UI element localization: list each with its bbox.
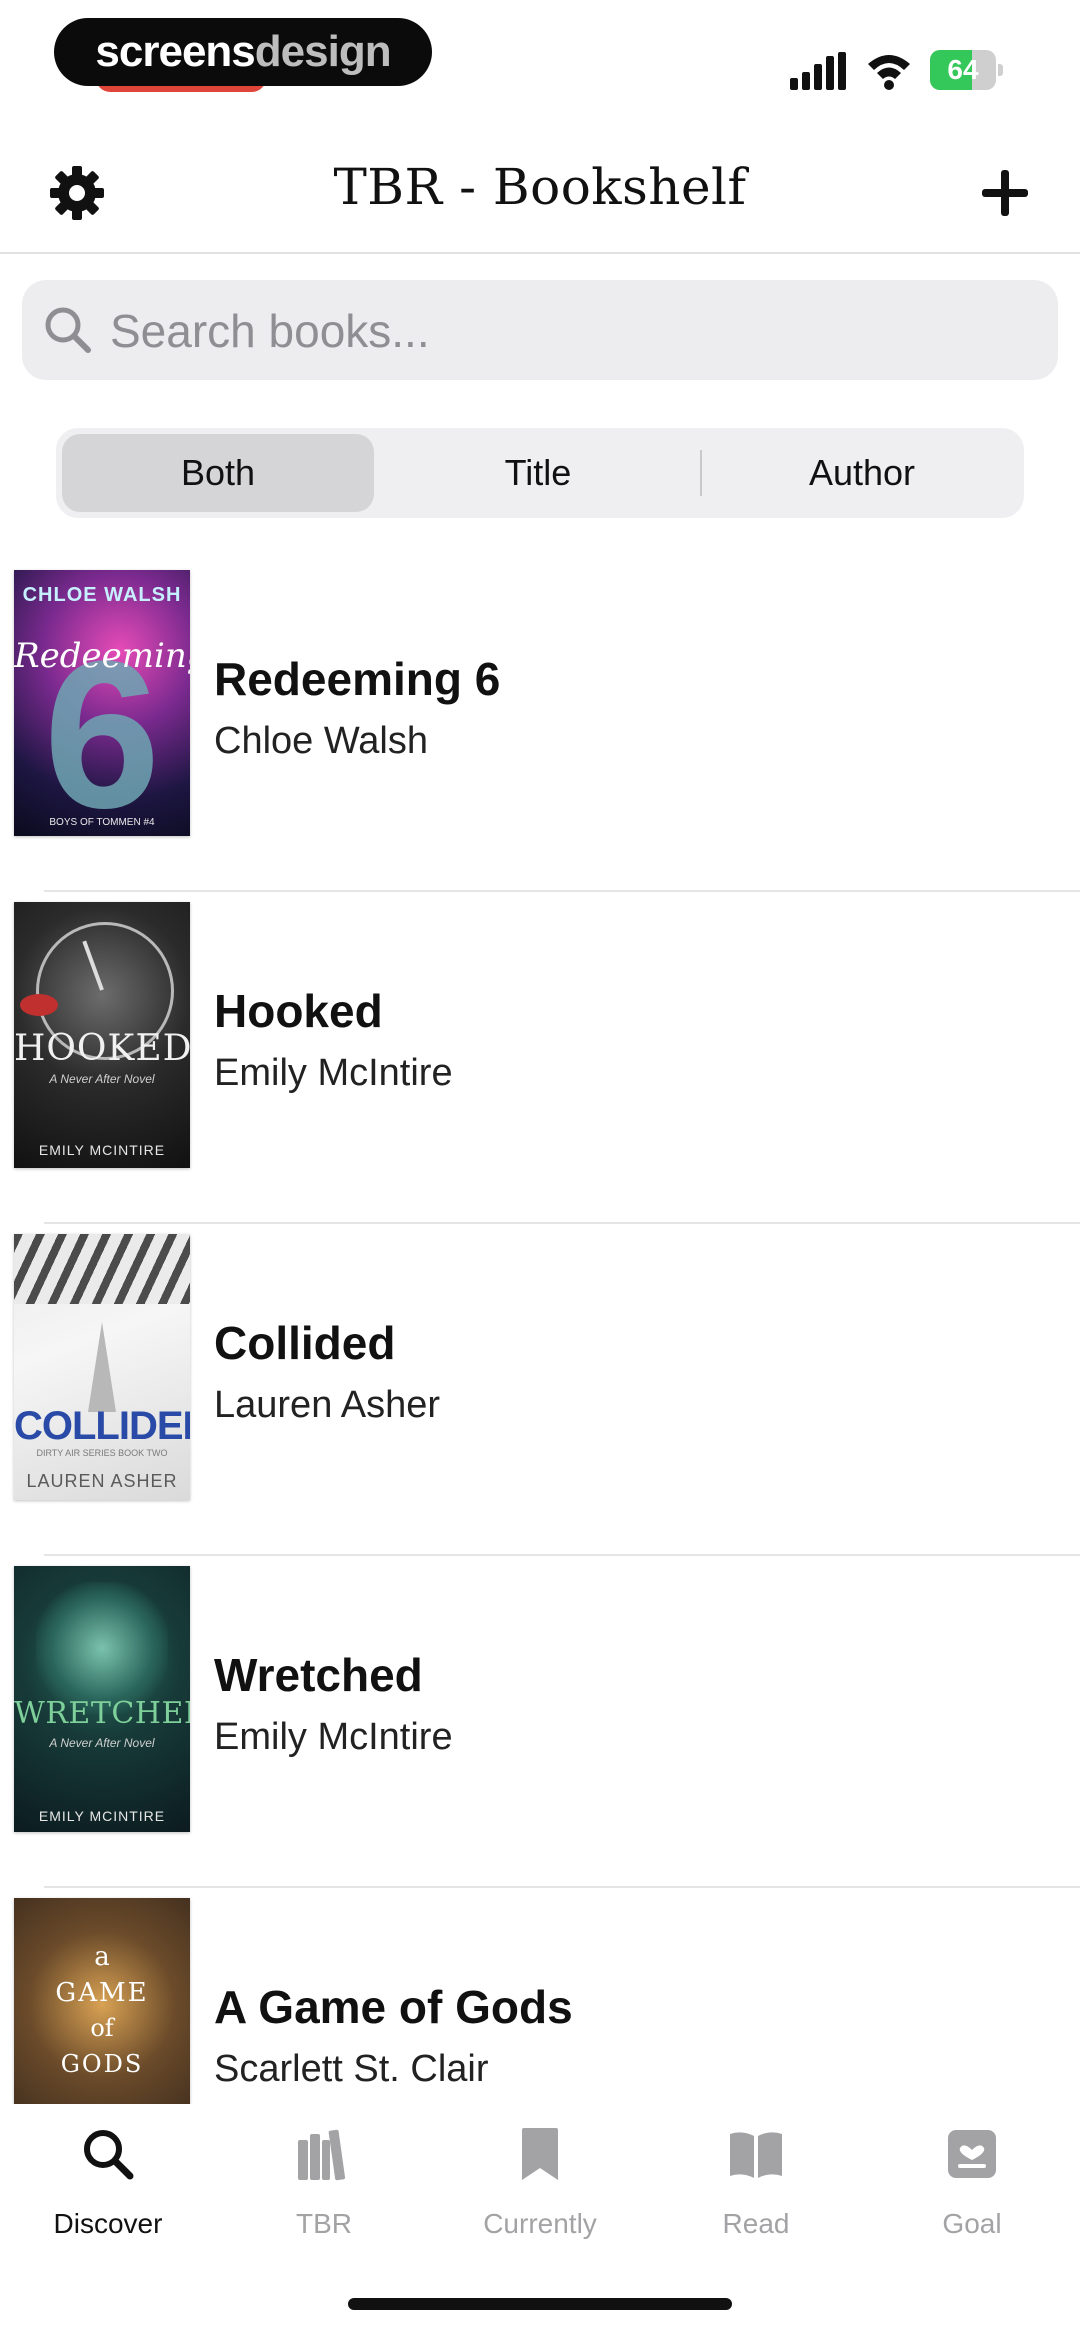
brand-text-primary: screens xyxy=(95,27,255,76)
cover-title: COLLIDED xyxy=(14,1404,190,1448)
battery-percentage: 64 xyxy=(947,54,979,85)
book-cover-image: WRETCHED A Never After Novel EMILY MCINT… xyxy=(14,1566,190,1832)
navigation-header: TBR - Bookshelf xyxy=(0,120,1080,254)
cover-pens-art xyxy=(14,1234,190,1304)
tab-label: TBR xyxy=(296,2208,352,2239)
status-bar: screensdesign 64 xyxy=(0,0,1080,120)
tab-read[interactable]: Read xyxy=(648,2126,864,2266)
brand-text-secondary: design xyxy=(254,27,392,76)
search-bar[interactable] xyxy=(22,280,1058,380)
cover-heart-art xyxy=(36,1582,168,1714)
segment-divider xyxy=(700,450,702,496)
tab-tbr[interactable]: TBR xyxy=(216,2126,432,2266)
segment-title[interactable]: Title xyxy=(382,434,694,512)
tab-label: Read xyxy=(722,2208,790,2239)
tab-label: Discover xyxy=(53,2208,163,2239)
cover-subtitle: A Never After Novel xyxy=(49,1736,155,1750)
plus-icon[interactable] xyxy=(976,164,1034,222)
book-list[interactable]: 6 CHLOE WALSH Redeeming BOYS OF TOMMEN #… xyxy=(0,560,1080,2104)
cover-author: LAUREN ASHER xyxy=(26,1471,178,1491)
wifi-icon xyxy=(868,55,910,90)
cover-series: BOYS OF TOMMEN #4 xyxy=(49,817,155,828)
book-title: Wretched xyxy=(214,1649,423,1701)
book-cover-image: 6 CHLOE WALSH Redeeming BOYS OF TOMMEN #… xyxy=(14,570,190,836)
page-title: TBR - Bookshelf xyxy=(333,158,747,216)
cellular-signal-icon xyxy=(790,52,846,90)
cover-subtitle: DIRTY AIR SERIES BOOK TWO xyxy=(36,1448,168,1458)
book-cover-image: a GAME of GODS xyxy=(14,1898,190,2104)
book-author: Emily McIntire xyxy=(214,1052,453,1094)
book-title: A Game of Gods xyxy=(214,1981,573,2033)
book-row[interactable]: WRETCHED A Never After Novel EMILY MCINT… xyxy=(0,1556,1080,1888)
book-cover-image: HOOKED A Never After Novel EMILY MCINTIR… xyxy=(14,902,190,1168)
segment-both[interactable]: Both xyxy=(62,434,374,512)
book-cover-image: COLLIDED DIRTY AIR SERIES BOOK TWO LAURE… xyxy=(14,1234,190,1500)
goal-card-icon xyxy=(948,2130,996,2178)
battery-nub xyxy=(998,64,1003,76)
tab-label: Goal xyxy=(942,2208,1002,2239)
book-row[interactable]: COLLIDED DIRTY AIR SERIES BOOK TWO LAURE… xyxy=(0,1224,1080,1556)
home-indicator xyxy=(348,2298,732,2310)
tab-discover[interactable]: Discover xyxy=(0,2126,216,2266)
book-title: Hooked xyxy=(214,985,383,1037)
search-scope-segmented-control: Both Title Author xyxy=(56,428,1024,518)
bookmark-icon xyxy=(522,2128,558,2180)
cover-author: EMILY MCINTIRE xyxy=(38,1142,166,1158)
battery-body: 64 xyxy=(930,50,996,90)
book-row[interactable]: 6 CHLOE WALSH Redeeming BOYS OF TOMMEN #… xyxy=(0,560,1080,892)
cover-title-line-4: GODS xyxy=(60,2050,144,2078)
search-input[interactable] xyxy=(108,298,1012,364)
book-author: Scarlett St. Clair xyxy=(214,2048,489,2090)
book-row[interactable]: a GAME of GODS A Game of Gods Scarlett S… xyxy=(0,1888,1080,2104)
cover-author: EMILY MCINTIRE xyxy=(38,1808,166,1824)
cover-title-line-3: of xyxy=(90,2014,114,2042)
cover-author: CHLOE WALSH xyxy=(22,584,182,606)
battery-indicator: 64 xyxy=(930,50,1004,90)
cover-title: Redeeming xyxy=(14,636,190,676)
book-author: Emily McIntire xyxy=(214,1716,453,1758)
brand-badge: screensdesign xyxy=(54,18,432,86)
book-row[interactable]: HOOKED A Never After Novel EMILY MCINTIR… xyxy=(0,892,1080,1224)
tab-label: Currently xyxy=(483,2208,597,2239)
cover-lips-art xyxy=(20,994,58,1016)
segment-author[interactable]: Author xyxy=(706,434,1018,512)
cover-tower-art xyxy=(88,1322,116,1412)
cover-title: WRETCHED xyxy=(14,1696,190,1731)
tab-goal[interactable]: Goal xyxy=(864,2126,1080,2266)
book-title: Collided xyxy=(214,1317,396,1369)
book-title: Redeeming 6 xyxy=(214,653,501,705)
book-author: Chloe Walsh xyxy=(214,720,429,762)
books-icon xyxy=(298,2129,346,2181)
book-author: Lauren Asher xyxy=(214,1384,441,1426)
open-book-icon xyxy=(730,2132,782,2178)
cover-title: HOOKED xyxy=(14,1028,190,1069)
cover-title-line-1: a xyxy=(94,1942,110,1972)
search-icon xyxy=(45,307,91,353)
search-icon xyxy=(84,2130,134,2180)
cover-title-line-2: GAME xyxy=(55,1978,149,2008)
cover-subtitle: A Never After Novel xyxy=(49,1072,155,1086)
tab-currently[interactable]: Currently xyxy=(432,2126,648,2266)
